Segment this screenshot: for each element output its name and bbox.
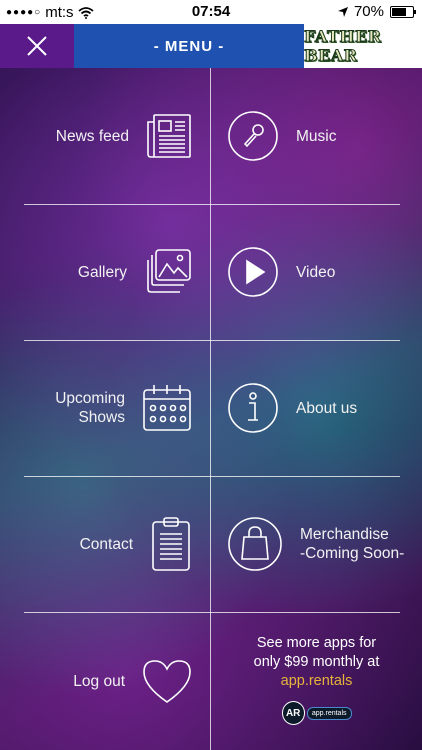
menu-title: - MENU - xyxy=(153,37,225,55)
battery-icon xyxy=(390,5,416,18)
status-bar: ●●●●○ mt:s 07:54 70% xyxy=(0,0,422,24)
battery-fill xyxy=(392,7,406,16)
promo-line1: See more apps for xyxy=(256,635,377,651)
clipboard-icon xyxy=(149,516,193,572)
promo-text: See more apps for only $99 monthly at ap… xyxy=(211,634,422,691)
ar-badge-tag: app.rentals xyxy=(306,706,352,720)
video-label: Video xyxy=(296,263,336,281)
heart-icon xyxy=(141,658,193,704)
menu-grid: News feed Music Gallery Video Upcoming S… xyxy=(0,68,422,750)
menu-item-news-feed[interactable]: News feed xyxy=(0,68,210,204)
app-screen: ●●●●○ mt:s 07:54 70% - MENU - FATHER BEA… xyxy=(0,0,422,750)
menu-item-about-us[interactable]: About us xyxy=(211,340,422,476)
play-icon xyxy=(227,246,279,298)
gallery-icon xyxy=(143,247,193,297)
microphone-icon xyxy=(227,110,279,162)
app-rentals-link[interactable]: app.rentals xyxy=(211,672,422,691)
menu-item-gallery[interactable]: Gallery xyxy=(0,204,210,340)
log-out-label: Log out xyxy=(73,672,125,690)
menu-item-contact[interactable]: Contact xyxy=(0,476,210,612)
menu-item-merchandise[interactable]: Merchandise -Coming Soon- xyxy=(211,476,422,612)
battery-percent: 70% xyxy=(353,3,384,20)
header-bar: - MENU - FATHER BEAR xyxy=(0,24,422,68)
news-feed-label: News feed xyxy=(55,127,129,145)
music-label: Music xyxy=(296,127,337,145)
newspaper-icon xyxy=(145,112,193,160)
merchandise-label: Merchandise -Coming Soon- xyxy=(300,525,404,563)
promo-line2: only $99 monthly at xyxy=(253,654,380,670)
contact-label: Contact xyxy=(79,535,133,553)
close-icon xyxy=(27,36,47,56)
calendar-icon xyxy=(141,382,193,434)
menu-title-bar: - MENU - xyxy=(74,24,304,68)
upcoming-label-line2: Shows xyxy=(78,409,125,426)
info-icon xyxy=(227,382,279,434)
about-us-label: About us xyxy=(296,399,358,417)
promo-block: See more apps for only $99 monthly at ap… xyxy=(211,612,422,750)
shopping-bag-icon xyxy=(227,516,283,572)
menu-item-log-out[interactable]: Log out xyxy=(0,612,210,750)
app-rentals-badge[interactable]: AR app.rentals xyxy=(281,701,352,725)
upcoming-label-line1: Upcoming xyxy=(55,390,125,407)
logo-text: FATHER BEAR xyxy=(304,27,382,66)
location-arrow-icon xyxy=(337,6,348,17)
menu-item-upcoming-shows[interactable]: Upcoming Shows xyxy=(0,340,210,476)
gallery-label: Gallery xyxy=(77,263,127,281)
upcoming-shows-label: Upcoming Shows xyxy=(55,389,125,427)
merchandise-label-line2: -Coming Soon- xyxy=(300,545,405,562)
merchandise-label-line1: Merchandise xyxy=(300,526,389,543)
band-logo: FATHER BEAR xyxy=(304,24,422,68)
ar-logo-icon: AR xyxy=(281,701,305,725)
status-right: 70% xyxy=(337,3,416,20)
close-menu-button[interactable] xyxy=(0,24,74,68)
menu-item-music[interactable]: Music xyxy=(211,68,422,204)
menu-item-video[interactable]: Video xyxy=(211,204,422,340)
